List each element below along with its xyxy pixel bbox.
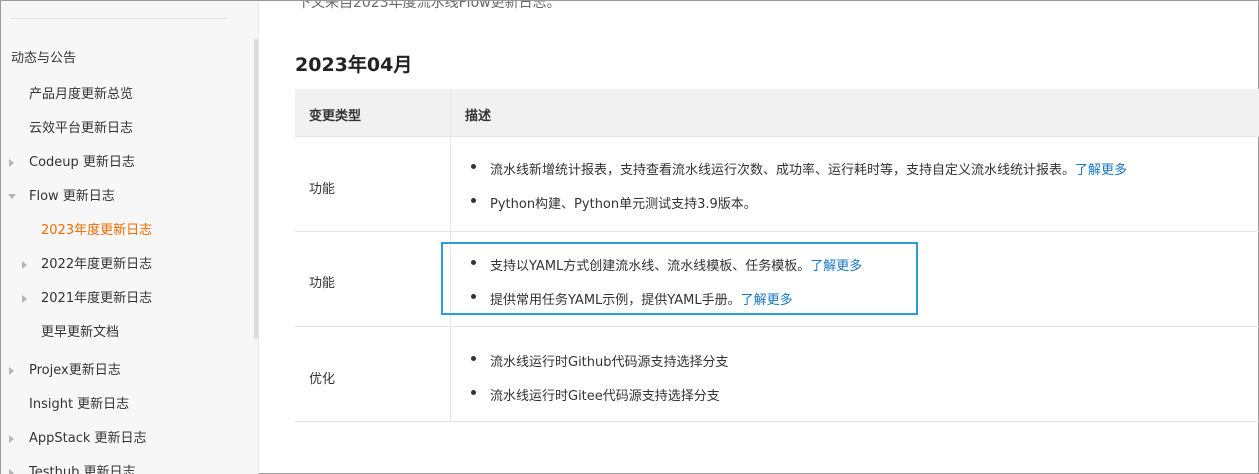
- table-header: 变更类型 描述: [295, 89, 1259, 137]
- page-title: 2023年04月: [295, 54, 413, 76]
- highlight-box: [441, 242, 918, 315]
- sidebar-section-title[interactable]: 动态与公告: [11, 51, 76, 67]
- item-text: 流水线运行时Gitee代码源支持选择分支: [490, 389, 720, 404]
- sidebar-item-platform-log[interactable]: 云效平台更新日志: [29, 121, 133, 137]
- sidebar-item-insight-log[interactable]: Insight 更新日志: [29, 397, 129, 413]
- list-item: 流水线新增统计报表，支持查看流水线运行次数、成功率、运行耗时等，支持自定义流水线…: [473, 159, 1127, 178]
- change-type: 功能: [309, 182, 336, 197]
- sidebar-item-2022-log[interactable]: 2022年度更新日志: [41, 257, 152, 273]
- sidebar-item-appstack-log[interactable]: AppStack 更新日志: [29, 431, 147, 447]
- sidebar-item-codeup-log[interactable]: Codeup 更新日志: [29, 155, 135, 171]
- list-item: 流水线运行时Github代码源支持选择分支: [473, 351, 729, 370]
- item-text: 流水线新增统计报表，支持查看流水线运行次数、成功率、运行耗时等，支持自定义流水线…: [490, 163, 1076, 178]
- chevron-right-icon[interactable]: [9, 435, 14, 443]
- chevron-right-icon[interactable]: [9, 367, 14, 375]
- list-item: Python构建、Python单元测试支持3.9版本。: [473, 193, 757, 212]
- learn-more-link[interactable]: 了解更多: [1075, 163, 1127, 178]
- chevron-right-icon[interactable]: [9, 469, 14, 474]
- item-text: 流水线运行时Github代码源支持选择分支: [490, 355, 729, 370]
- page-frame: 动态与公告 产品月度更新总览 云效平台更新日志 Codeup 更新日志 Flow…: [0, 0, 1259, 474]
- chevron-down-icon[interactable]: [8, 194, 16, 199]
- change-type: 优化: [309, 372, 336, 387]
- main-content: 下文来自2023年度流水线Flow更新日志。 2023年04月 变更类型 描述 …: [259, 1, 1259, 474]
- sidebar-item-2023-log[interactable]: 2023年度更新日志: [41, 223, 152, 239]
- sidebar-divider: [11, 18, 227, 19]
- sidebar-nav: 动态与公告 产品月度更新总览 云效平台更新日志 Codeup 更新日志 Flow…: [1, 1, 259, 474]
- sidebar-item-testhub-log[interactable]: Testhub 更新日志: [29, 465, 135, 474]
- column-header-description: 描述: [465, 109, 492, 124]
- list-item: 流水线运行时Gitee代码源支持选择分支: [473, 385, 720, 404]
- chevron-right-icon[interactable]: [22, 261, 27, 269]
- sidebar-scrollbar[interactable]: [254, 39, 258, 339]
- sidebar-item-2021-log[interactable]: 2021年度更新日志: [41, 291, 152, 307]
- sidebar-item-monthly-overview[interactable]: 产品月度更新总览: [29, 87, 133, 103]
- table-row: 优化 流水线运行时Github代码源支持选择分支 流水线运行时Gitee代码源支…: [295, 327, 1259, 422]
- chevron-right-icon[interactable]: [9, 159, 14, 167]
- sidebar-item-earlier-docs[interactable]: 更早更新文档: [41, 325, 119, 341]
- change-type: 功能: [309, 276, 336, 291]
- item-text: Python构建、Python单元测试支持3.9版本。: [490, 197, 757, 212]
- sidebar-item-flow-log[interactable]: Flow 更新日志: [29, 189, 115, 205]
- chevron-right-icon[interactable]: [22, 295, 27, 303]
- intro-text: 下文来自2023年度流水线Flow更新日志。: [297, 1, 561, 11]
- table-row: 功能 流水线新增统计报表，支持查看流水线运行次数、成功率、运行耗时等，支持自定义…: [295, 137, 1259, 232]
- sidebar-item-projex-log[interactable]: Projex更新日志: [29, 363, 121, 379]
- column-header-type: 变更类型: [309, 109, 362, 124]
